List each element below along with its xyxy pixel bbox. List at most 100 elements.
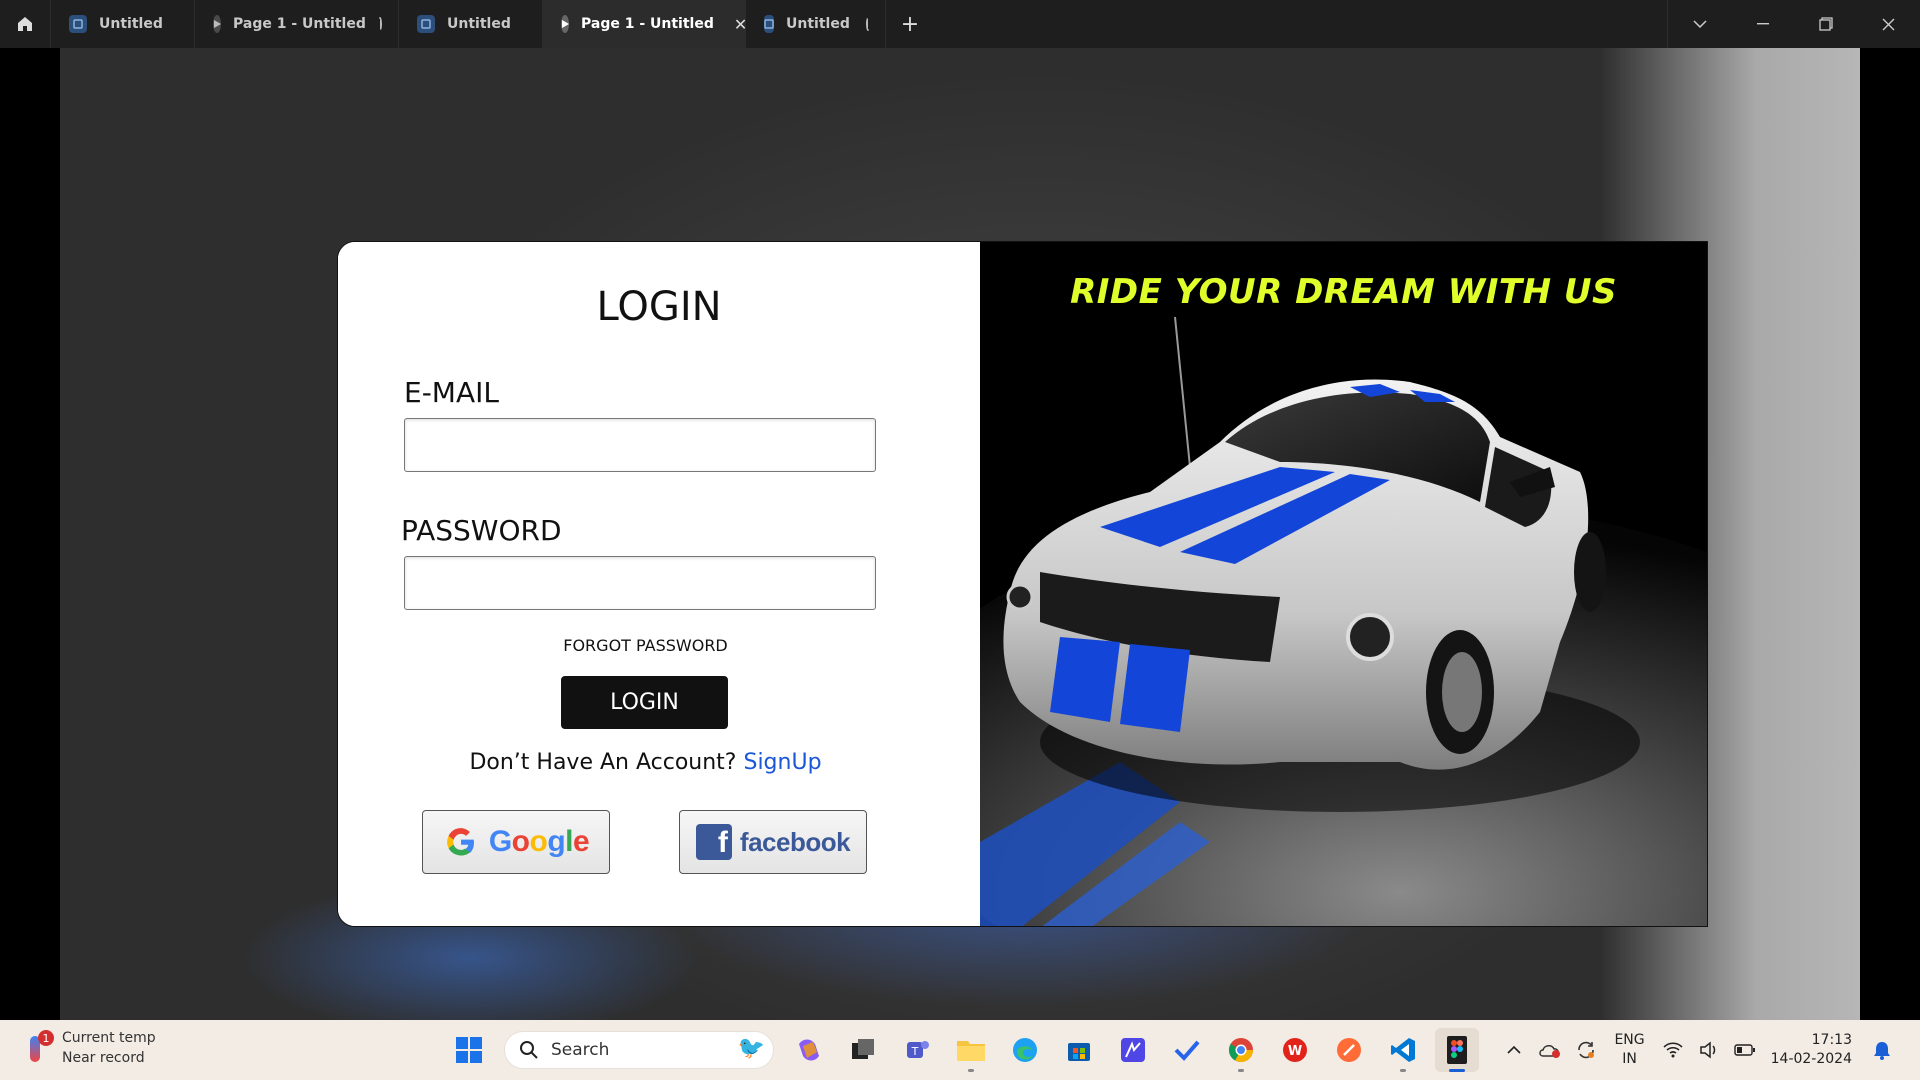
- task-view-button[interactable]: [841, 1028, 885, 1072]
- task-view-icon: [852, 1039, 874, 1059]
- start-button[interactable]: [447, 1028, 491, 1072]
- system-tray: ENG IN 17:13 14-02-2024: [1496, 1020, 1920, 1080]
- windows-icon: [456, 1037, 482, 1063]
- volume-icon[interactable]: [1691, 1041, 1727, 1059]
- home-button[interactable]: [0, 0, 51, 48]
- language-line-2: IN: [1622, 1051, 1637, 1067]
- chevron-down-icon: [1692, 20, 1707, 29]
- edge-icon: [1013, 1038, 1037, 1062]
- running-indicator: [968, 1069, 974, 1072]
- restore-button[interactable]: [1794, 0, 1857, 48]
- google-icon: [446, 828, 474, 856]
- battery-icon[interactable]: [1727, 1044, 1763, 1056]
- close-icon: [1882, 18, 1895, 30]
- thermometer-icon: 1: [26, 1030, 54, 1066]
- tab-label: Page 1 - Untitled: [233, 16, 366, 32]
- svg-text:W: W: [1288, 1044, 1302, 1059]
- tab-label: Untitled: [447, 16, 511, 32]
- tab-label: Untitled: [99, 16, 163, 32]
- store-icon: [1068, 1043, 1090, 1061]
- show-hidden-icons-button[interactable]: [1496, 1045, 1532, 1055]
- facebook-login-button[interactable]: f facebook: [679, 810, 867, 874]
- figma-icon: [1447, 1036, 1467, 1064]
- tab-untitled-1[interactable]: Untitled: [51, 0, 195, 48]
- restore-icon: [1818, 17, 1833, 31]
- running-indicator: [1238, 1069, 1244, 1072]
- vscode-icon: [1391, 1038, 1415, 1062]
- teams-icon: T: [907, 1041, 929, 1058]
- editor-app-button[interactable]: [1111, 1028, 1155, 1072]
- google-letter: o: [529, 825, 548, 858]
- weather-line-2: Near record: [62, 1050, 145, 1066]
- minimize-button[interactable]: [1731, 0, 1794, 48]
- language-line-1: ENG: [1614, 1032, 1645, 1048]
- login-button[interactable]: LOGIN: [561, 676, 728, 729]
- copilot-button[interactable]: [787, 1028, 831, 1072]
- home-icon: [18, 17, 32, 31]
- vscode-button[interactable]: [1381, 1028, 1425, 1072]
- pen-app-icon: [1121, 1038, 1145, 1062]
- minimize-icon: [1756, 23, 1769, 25]
- play-icon: [561, 15, 569, 33]
- tab-label: Page 1 - Untitled: [581, 16, 714, 32]
- running-indicator: [1400, 1069, 1406, 1072]
- sync-tray-icon[interactable]: [1568, 1039, 1604, 1061]
- close-window-button[interactable]: [1857, 0, 1920, 48]
- todo-button[interactable]: [1165, 1028, 1209, 1072]
- onedrive-tray-icon[interactable]: [1532, 1041, 1568, 1059]
- chrome-button[interactable]: [1219, 1028, 1263, 1072]
- postman-button[interactable]: [1327, 1028, 1371, 1072]
- password-field[interactable]: [404, 556, 876, 610]
- google-letter: l: [565, 825, 573, 858]
- tab-page1-untitled-active[interactable]: Page 1 - Untitled ✕: [543, 0, 747, 48]
- file-explorer-button[interactable]: [949, 1028, 993, 1072]
- search-highlight-icon: 🐦: [737, 1036, 765, 1061]
- signup-prompt: Don’t Have An Account? SignUp: [338, 750, 953, 775]
- login-form-panel: LOGIN E-MAIL PASSWORD FORGOT PASSWORD LO…: [338, 242, 981, 926]
- hero-image-panel: RIDE YOUR DREAM WITH US: [980, 242, 1707, 926]
- new-tab-button[interactable]: +: [886, 0, 934, 48]
- tab-page1-untitled-1[interactable]: Page 1 - Untitled: [195, 0, 399, 48]
- chevron-up-icon: [1507, 1045, 1522, 1054]
- title-bar: Untitled Page 1 - Untitled Untitled Page…: [0, 0, 1920, 48]
- car-image: [980, 242, 1707, 926]
- design-canvas[interactable]: LOGIN E-MAIL PASSWORD FORGOT PASSWORD LO…: [60, 48, 1860, 1020]
- postman-icon: [1337, 1038, 1361, 1062]
- weather-alert-badge: 1: [38, 1030, 54, 1046]
- wifi-icon[interactable]: [1655, 1042, 1691, 1058]
- clock-time: 17:13: [1811, 1032, 1852, 1048]
- google-letter: e: [572, 825, 590, 858]
- tab-untitled-3[interactable]: Untitled: [746, 0, 886, 48]
- forgot-password-link[interactable]: FORGOT PASSWORD: [338, 636, 953, 655]
- system-clock[interactable]: 17:13 14-02-2024: [1771, 1031, 1852, 1069]
- signup-link[interactable]: SignUp: [743, 750, 821, 775]
- wps-office-button[interactable]: W: [1273, 1028, 1317, 1072]
- no-account-text: Don’t Have An Account?: [469, 750, 737, 775]
- tab-untitled-2[interactable]: Untitled: [399, 0, 543, 48]
- password-label: PASSWORD: [401, 514, 562, 547]
- search-placeholder: Search: [551, 1040, 610, 1060]
- google-login-button[interactable]: Google: [422, 810, 610, 874]
- wps-icon: W: [1283, 1038, 1307, 1062]
- language-indicator[interactable]: ENG IN: [1614, 1031, 1644, 1069]
- edge-button[interactable]: [1003, 1028, 1047, 1072]
- taskbar-search[interactable]: Search 🐦: [504, 1031, 774, 1069]
- figma-button[interactable]: [1435, 1028, 1479, 1072]
- chrome-icon: [1228, 1038, 1253, 1063]
- weather-widget[interactable]: 1 Current temp Near record: [26, 1028, 156, 1068]
- google-letter: o: [511, 825, 530, 858]
- window-controls: [1667, 0, 1920, 48]
- notifications-button[interactable]: [1864, 1040, 1900, 1060]
- tab-list-dropdown[interactable]: [1668, 0, 1731, 48]
- email-field[interactable]: [404, 418, 876, 472]
- login-title: LOGIN: [596, 284, 722, 330]
- taskbar: 1 Current temp Near record Search 🐦 T W: [0, 1020, 1920, 1080]
- teams-button[interactable]: T: [895, 1028, 939, 1072]
- figma-file-icon: [417, 15, 435, 33]
- facebook-label: facebook: [739, 826, 851, 857]
- facebook-icon: f: [695, 824, 732, 860]
- figma-file-icon: [764, 15, 774, 33]
- weather-text: Current temp Near record: [62, 1028, 156, 1068]
- bell-icon: [1874, 1042, 1890, 1060]
- store-button[interactable]: [1057, 1028, 1101, 1072]
